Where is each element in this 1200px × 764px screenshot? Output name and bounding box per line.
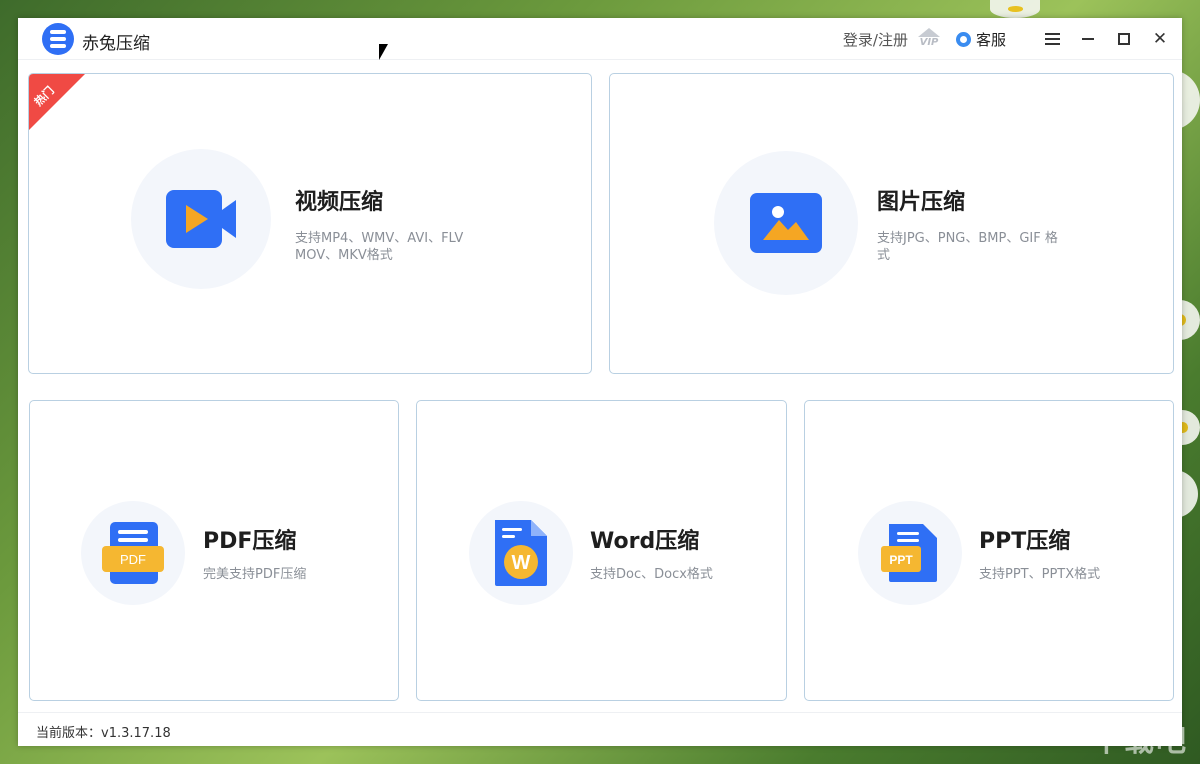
image-compress-card[interactable]: 图片压缩 支持JPG、PNG、BMP、GIF 格 式 [609,73,1174,374]
background-flower [990,0,1040,18]
close-icon: ✕ [1152,29,1168,49]
version-label: 当前版本： [36,726,102,741]
pdf-compress-card[interactable]: PDF PDF压缩 完美支持PDF压缩 [29,400,399,701]
svg-text:PPT: PPT [889,553,913,567]
login-register-link[interactable]: 登录/注册 [843,29,908,50]
customer-service-button[interactable]: 客服 [976,29,1006,50]
app-logo-icon [42,23,74,55]
image-compress-desc: 支持JPG、PNG、BMP、GIF 格 式 [877,231,1058,263]
vip-icon[interactable]: VIP [916,28,942,50]
svg-text:PDF: PDF [120,552,146,567]
svg-text:W: W [512,552,531,574]
version-info: 当前版本：v1.3.17.18 [36,722,171,741]
pdf-document-icon: PDF [102,522,164,584]
video-compress-desc: 支持MP4、WMV、AVI、FLV MOV、MKV格式 [295,231,464,263]
app-title: 赤兔压缩 [82,34,150,54]
word-compress-desc: 支持Doc、Docx格式 [590,567,713,582]
video-camera-icon [166,190,236,248]
word-compress-title: Word压缩 [590,529,700,554]
title-bar: 赤兔压缩 登录/注册 VIP 客服 ✕ [18,18,1182,60]
title-bar-actions: 登录/注册 VIP 客服 ✕ [843,18,1182,60]
minimize-button[interactable] [1070,18,1106,60]
customer-service-icon[interactable] [955,31,971,47]
maximize-button[interactable] [1106,18,1142,60]
word-compress-card[interactable]: W Word压缩 支持Doc、Docx格式 [416,400,787,701]
video-compress-title: 视频压缩 [295,190,384,215]
pdf-icon-bg: PDF [81,501,185,605]
ppt-document-icon: PPT [881,524,937,582]
video-compress-card[interactable]: 热门 视频压缩 支持MP4、WMV、AVI、FLV MOV、MKV格式 [28,73,592,374]
status-footer: 当前版本：v1.3.17.18 [18,712,1182,746]
app-window: 赤兔压缩 登录/注册 VIP 客服 ✕ 热门 视频压缩 支持MP4、WMV、AV… [18,18,1182,746]
image-icon-bg [714,151,858,295]
video-icon-bg [131,149,271,289]
ppt-compress-title: PPT压缩 [979,529,1071,554]
image-compress-title: 图片压缩 [877,190,966,215]
version-number: v1.3.17.18 [101,726,171,741]
hamburger-menu-icon [1044,33,1060,45]
word-document-icon: W [495,520,547,586]
ppt-icon-bg: PPT [858,501,962,605]
close-button[interactable]: ✕ [1142,18,1178,60]
ppt-compress-card[interactable]: PPT PPT压缩 支持PPT、PPTX格式 [804,400,1174,701]
menu-button[interactable] [1034,18,1070,60]
ppt-compress-desc: 支持PPT、PPTX格式 [979,567,1101,582]
maximize-icon [1118,33,1130,45]
picture-icon [750,193,822,253]
pdf-compress-desc: 完美支持PDF压缩 [203,567,307,582]
word-icon-bg: W [469,501,573,605]
mouse-cursor-icon [379,44,388,60]
watermark: 下载吧 [1092,724,1188,759]
pdf-compress-title: PDF压缩 [203,529,297,554]
minimize-icon [1082,38,1094,40]
